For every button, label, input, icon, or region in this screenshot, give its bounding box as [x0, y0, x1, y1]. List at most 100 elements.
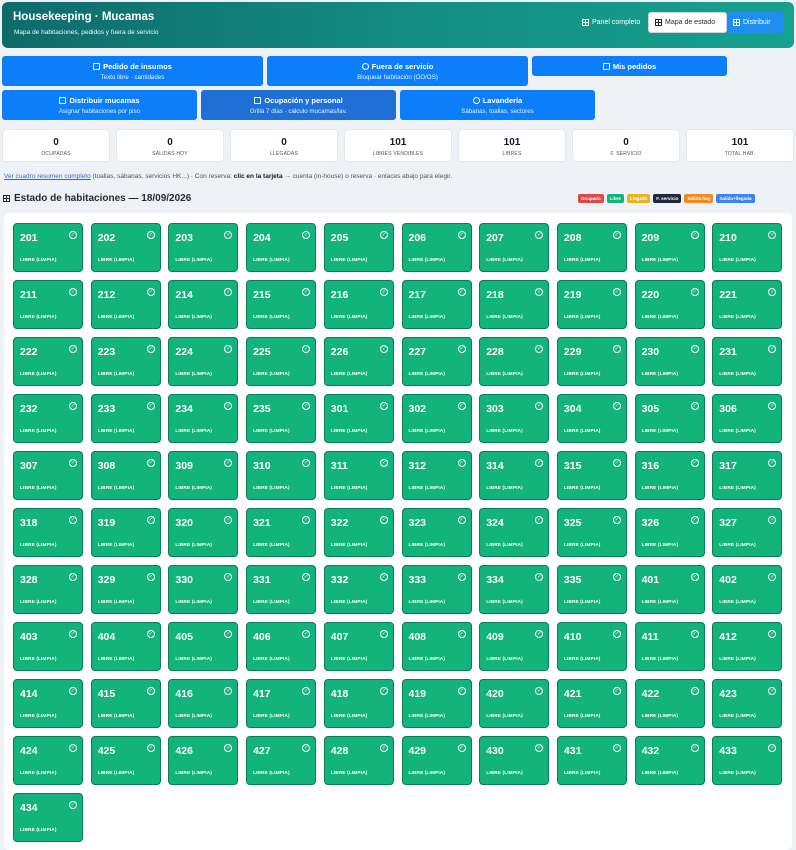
room-card[interactable]: 419 ✓ LIBRE (LIMPIA): [401, 679, 472, 728]
room-card[interactable]: 327 ✓ LIBRE (LIMPIA): [712, 508, 783, 557]
room-card[interactable]: 329 ✓ LIBRE (LIMPIA): [90, 565, 161, 614]
lavanderia-button[interactable]: Lavandería Sábanas, toallas, sectores: [400, 90, 595, 120]
room-card[interactable]: 334 ✓ LIBRE (LIMPIA): [479, 565, 550, 614]
room-card[interactable]: 209 ✓ LIBRE (LIMPIA): [634, 223, 705, 272]
room-card[interactable]: 216 ✓ LIBRE (LIMPIA): [323, 280, 394, 329]
room-card[interactable]: 225 ✓ LIBRE (LIMPIA): [246, 337, 317, 386]
panel-completo-button[interactable]: Panel completo: [576, 12, 646, 33]
room-card[interactable]: 332 ✓ LIBRE (LIMPIA): [323, 565, 394, 614]
room-card[interactable]: 425 ✓ LIBRE (LIMPIA): [90, 736, 161, 785]
room-card[interactable]: 325 ✓ LIBRE (LIMPIA): [556, 508, 627, 557]
room-card[interactable]: 229 ✓ LIBRE (LIMPIA): [556, 337, 627, 386]
room-card[interactable]: 201 ✓ LIBRE (LIMPIA): [13, 223, 83, 272]
room-card[interactable]: 314 ✓ LIBRE (LIMPIA): [479, 451, 550, 500]
room-card[interactable]: 207 ✓ LIBRE (LIMPIA): [479, 223, 550, 272]
room-card[interactable]: 412 ✓ LIBRE (LIMPIA): [712, 622, 783, 671]
room-card[interactable]: 430 ✓ LIBRE (LIMPIA): [479, 736, 550, 785]
room-card[interactable]: 221 ✓ LIBRE (LIMPIA): [712, 280, 783, 329]
room-card[interactable]: 218 ✓ LIBRE (LIMPIA): [479, 280, 550, 329]
room-card[interactable]: 302 ✓ LIBRE (LIMPIA): [401, 394, 472, 443]
room-card[interactable]: 322 ✓ LIBRE (LIMPIA): [323, 508, 394, 557]
room-card[interactable]: 409 ✓ LIBRE (LIMPIA): [479, 622, 550, 671]
room-card[interactable]: 308 ✓ LIBRE (LIMPIA): [90, 451, 161, 500]
room-card[interactable]: 405 ✓ LIBRE (LIMPIA): [168, 622, 239, 671]
room-card[interactable]: 431 ✓ LIBRE (LIMPIA): [556, 736, 627, 785]
room-card[interactable]: 424 ✓ LIBRE (LIMPIA): [13, 736, 83, 785]
room-card[interactable]: 212 ✓ LIBRE (LIMPIA): [90, 280, 161, 329]
room-card[interactable]: 217 ✓ LIBRE (LIMPIA): [401, 280, 472, 329]
room-card[interactable]: 415 ✓ LIBRE (LIMPIA): [90, 679, 161, 728]
room-card[interactable]: 231 ✓ LIBRE (LIMPIA): [712, 337, 783, 386]
room-card[interactable]: 421 ✓ LIBRE (LIMPIA): [556, 679, 627, 728]
room-card[interactable]: 311 ✓ LIBRE (LIMPIA): [323, 451, 394, 500]
room-card[interactable]: 324 ✓ LIBRE (LIMPIA): [479, 508, 550, 557]
room-card[interactable]: 427 ✓ LIBRE (LIMPIA): [246, 736, 317, 785]
room-card[interactable]: 414 ✓ LIBRE (LIMPIA): [13, 679, 83, 728]
room-card[interactable]: 335 ✓ LIBRE (LIMPIA): [556, 565, 627, 614]
room-card[interactable]: 219 ✓ LIBRE (LIMPIA): [556, 280, 627, 329]
room-card[interactable]: 228 ✓ LIBRE (LIMPIA): [479, 337, 550, 386]
room-card[interactable]: 304 ✓ LIBRE (LIMPIA): [556, 394, 627, 443]
room-card[interactable]: 420 ✓ LIBRE (LIMPIA): [479, 679, 550, 728]
room-card[interactable]: 411 ✓ LIBRE (LIMPIA): [634, 622, 705, 671]
room-card[interactable]: 432 ✓ LIBRE (LIMPIA): [634, 736, 705, 785]
room-card[interactable]: 319 ✓ LIBRE (LIMPIA): [90, 508, 161, 557]
room-card[interactable]: 316 ✓ LIBRE (LIMPIA): [634, 451, 705, 500]
room-card[interactable]: 315 ✓ LIBRE (LIMPIA): [556, 451, 627, 500]
room-card[interactable]: 318 ✓ LIBRE (LIMPIA): [13, 508, 83, 557]
room-card[interactable]: 321 ✓ LIBRE (LIMPIA): [246, 508, 317, 557]
room-card[interactable]: 310 ✓ LIBRE (LIMPIA): [246, 451, 317, 500]
room-card[interactable]: 223 ✓ LIBRE (LIMPIA): [90, 337, 161, 386]
room-card[interactable]: 307 ✓ LIBRE (LIMPIA): [13, 451, 83, 500]
ocupacion-personal-button[interactable]: Ocupación y personal Grilla 7 días · cál…: [201, 90, 396, 120]
room-card[interactable]: 208 ✓ LIBRE (LIMPIA): [556, 223, 627, 272]
room-card[interactable]: 309 ✓ LIBRE (LIMPIA): [168, 451, 239, 500]
room-card[interactable]: 235 ✓ LIBRE (LIMPIA): [246, 394, 317, 443]
room-card[interactable]: 226 ✓ LIBRE (LIMPIA): [323, 337, 394, 386]
room-card[interactable]: 330 ✓ LIBRE (LIMPIA): [168, 565, 239, 614]
room-card[interactable]: 206 ✓ LIBRE (LIMPIA): [401, 223, 472, 272]
room-card[interactable]: 312 ✓ LIBRE (LIMPIA): [401, 451, 472, 500]
room-card[interactable]: 328 ✓ LIBRE (LIMPIA): [13, 565, 83, 614]
room-card[interactable]: 230 ✓ LIBRE (LIMPIA): [634, 337, 705, 386]
distribuir-header-button[interactable]: Distribuir: [727, 12, 784, 33]
room-card[interactable]: 227 ✓ LIBRE (LIMPIA): [401, 337, 472, 386]
room-card[interactable]: 333 ✓ LIBRE (LIMPIA): [401, 565, 472, 614]
room-card[interactable]: 429 ✓ LIBRE (LIMPIA): [401, 736, 472, 785]
room-card[interactable]: 410 ✓ LIBRE (LIMPIA): [556, 622, 627, 671]
room-card[interactable]: 320 ✓ LIBRE (LIMPIA): [168, 508, 239, 557]
room-card[interactable]: 203 ✓ LIBRE (LIMPIA): [168, 223, 239, 272]
room-card[interactable]: 428 ✓ LIBRE (LIMPIA): [323, 736, 394, 785]
room-card[interactable]: 433 ✓ LIBRE (LIMPIA): [712, 736, 783, 785]
distribuir-mucamas-button[interactable]: Distribuir mucamas Asignar habitaciones …: [2, 90, 197, 120]
room-card[interactable]: 423 ✓ LIBRE (LIMPIA): [712, 679, 783, 728]
room-card[interactable]: 323 ✓ LIBRE (LIMPIA): [401, 508, 472, 557]
room-card[interactable]: 233 ✓ LIBRE (LIMPIA): [90, 394, 161, 443]
room-card[interactable]: 422 ✓ LIBRE (LIMPIA): [634, 679, 705, 728]
room-card[interactable]: 232 ✓ LIBRE (LIMPIA): [13, 394, 83, 443]
room-card[interactable]: 220 ✓ LIBRE (LIMPIA): [634, 280, 705, 329]
room-card[interactable]: 416 ✓ LIBRE (LIMPIA): [168, 679, 239, 728]
room-card[interactable]: 426 ✓ LIBRE (LIMPIA): [168, 736, 239, 785]
room-card[interactable]: 404 ✓ LIBRE (LIMPIA): [90, 622, 161, 671]
room-card[interactable]: 202 ✓ LIBRE (LIMPIA): [90, 223, 161, 272]
mis-pedidos-button[interactable]: Mis pedidos: [532, 56, 727, 76]
room-card[interactable]: 317 ✓ LIBRE (LIMPIA): [712, 451, 783, 500]
room-card[interactable]: 434 ✓ LIBRE (LIMPIA): [13, 793, 83, 842]
room-card[interactable]: 210 ✓ LIBRE (LIMPIA): [712, 223, 783, 272]
room-card[interactable]: 211 ✓ LIBRE (LIMPIA): [13, 280, 83, 329]
room-card[interactable]: 418 ✓ LIBRE (LIMPIA): [323, 679, 394, 728]
room-card[interactable]: 214 ✓ LIBRE (LIMPIA): [168, 280, 239, 329]
room-card[interactable]: 403 ✓ LIBRE (LIMPIA): [13, 622, 83, 671]
room-card[interactable]: 222 ✓ LIBRE (LIMPIA): [13, 337, 83, 386]
room-card[interactable]: 406 ✓ LIBRE (LIMPIA): [246, 622, 317, 671]
room-card[interactable]: 205 ✓ LIBRE (LIMPIA): [323, 223, 394, 272]
room-card[interactable]: 234 ✓ LIBRE (LIMPIA): [168, 394, 239, 443]
room-card[interactable]: 224 ✓ LIBRE (LIMPIA): [168, 337, 239, 386]
room-card[interactable]: 204 ✓ LIBRE (LIMPIA): [246, 223, 317, 272]
resumen-link[interactable]: Ver cuadro resumen completo: [4, 173, 91, 180]
room-card[interactable]: 306 ✓ LIBRE (LIMPIA): [712, 394, 783, 443]
room-card[interactable]: 305 ✓ LIBRE (LIMPIA): [634, 394, 705, 443]
room-card[interactable]: 417 ✓ LIBRE (LIMPIA): [246, 679, 317, 728]
room-card[interactable]: 326 ✓ LIBRE (LIMPIA): [634, 508, 705, 557]
